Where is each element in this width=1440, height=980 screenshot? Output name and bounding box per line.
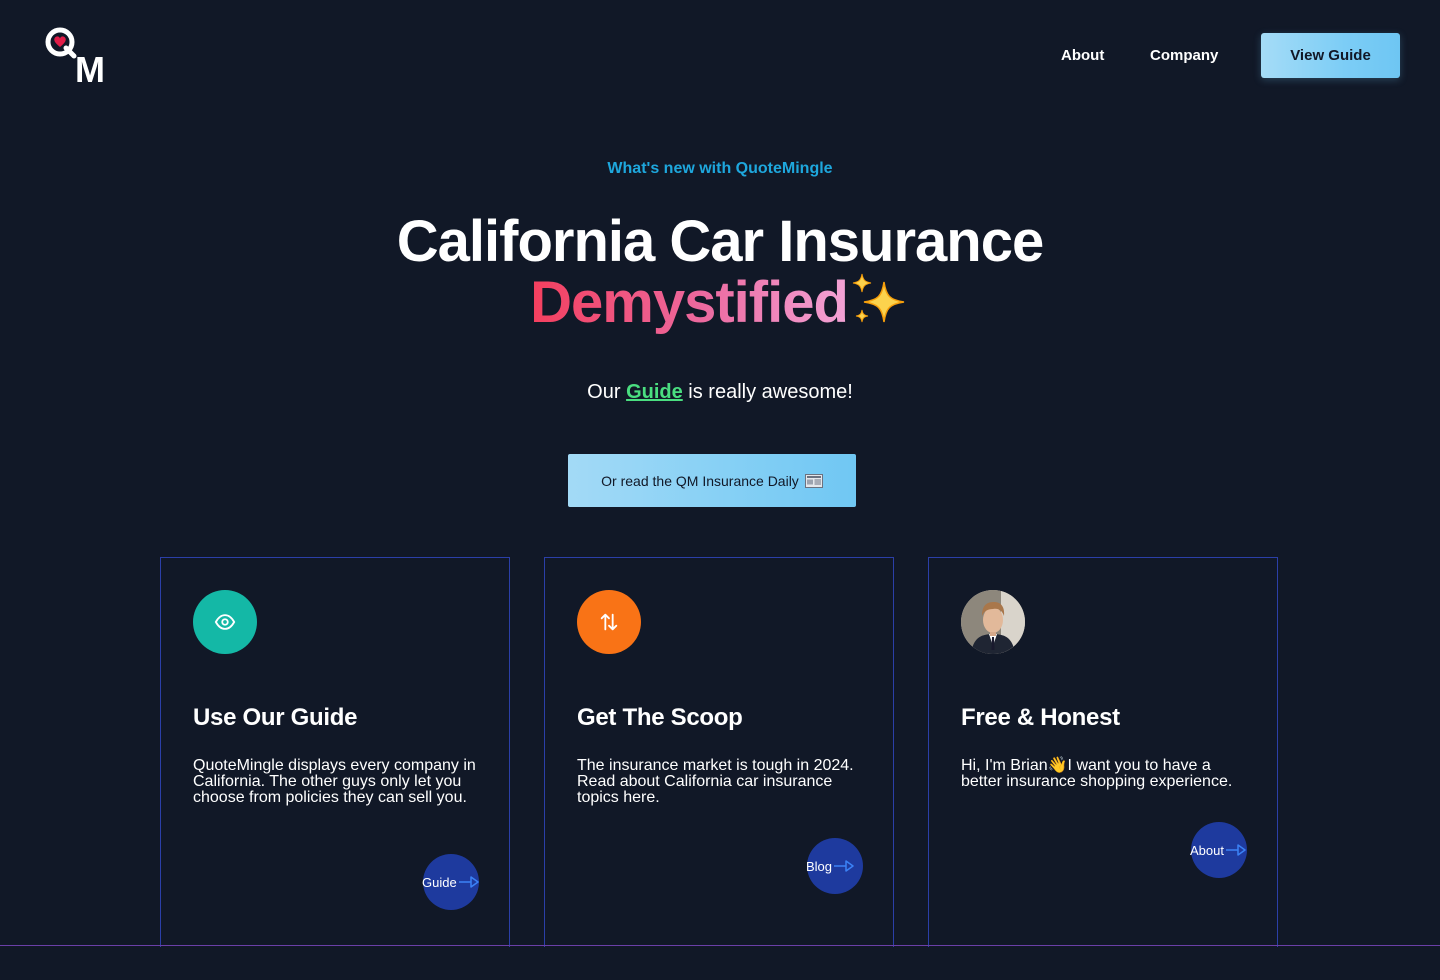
brian-avatar-image [961, 590, 1025, 654]
card-text: QuoteMingle displays every company in Ca… [193, 757, 476, 806]
guide-inline-link[interactable]: Guide [626, 381, 683, 403]
view-guide-button[interactable]: View Guide [1261, 33, 1400, 78]
newspaper-icon [804, 473, 823, 488]
card-title: Get The Scoop [577, 704, 743, 731]
card-text: Hi, I'm Brian👋I want you to have a bette… [961, 757, 1233, 790]
quotemingle-logo[interactable]: M [44, 26, 114, 86]
bottom-divider [0, 945, 1440, 946]
arrows-up-down-icon [600, 613, 618, 631]
feature-card-guide: Use Our Guide QuoteMingle displays every… [160, 557, 510, 947]
subtext-suffix: is really awesome! [682, 381, 853, 403]
arrow-right-icon [1225, 844, 1246, 856]
cta-label: Blog [806, 858, 833, 874]
avatar [961, 590, 1025, 654]
hero-title-line1: California Car Insurance [396, 209, 1044, 274]
arrow-right-icon [834, 860, 854, 872]
feature-card-scoop: Get The Scoop The insurance market is to… [544, 557, 894, 947]
subtext-prefix: Our [587, 381, 627, 403]
insurance-daily-label: Or read the QM Insurance Daily [601, 472, 799, 489]
about-cta-button[interactable]: About [1190, 822, 1247, 878]
arrow-right-icon [458, 876, 479, 888]
card-title: Free & Honest [961, 704, 1120, 731]
arrows-icon-badge [577, 590, 641, 654]
card-text: The insurance market is tough in 2024. R… [577, 757, 854, 806]
nav-company-link[interactable]: Company [1150, 47, 1218, 64]
hero-subtext: Our Guide is really awesome! [0, 381, 1440, 404]
nav-about-link[interactable]: About [1061, 47, 1104, 64]
eye-icon-badge [193, 590, 257, 654]
blog-cta-button[interactable]: Blog [806, 838, 863, 894]
hero-eyebrow: What's new with QuoteMingle [607, 160, 833, 177]
cta-label: Guide [422, 874, 457, 890]
hero-gradient-word: Demystified [530, 270, 849, 335]
svg-text:M: M [75, 49, 105, 86]
feature-card-honest: Free & Honest Hi, I'm Brian👋I want you t… [928, 557, 1278, 947]
guide-cta-button[interactable]: Guide [422, 854, 479, 910]
insurance-daily-button[interactable]: Or read the QM Insurance Daily [568, 454, 856, 507]
eye-icon [214, 614, 236, 630]
cta-label: About [1190, 842, 1224, 858]
hero-title-line2: Demystified [0, 268, 1440, 338]
sparkles-icon [852, 273, 904, 323]
page: M About Company View Guide What's new wi… [0, 0, 1440, 980]
card-title: Use Our Guide [193, 704, 358, 731]
